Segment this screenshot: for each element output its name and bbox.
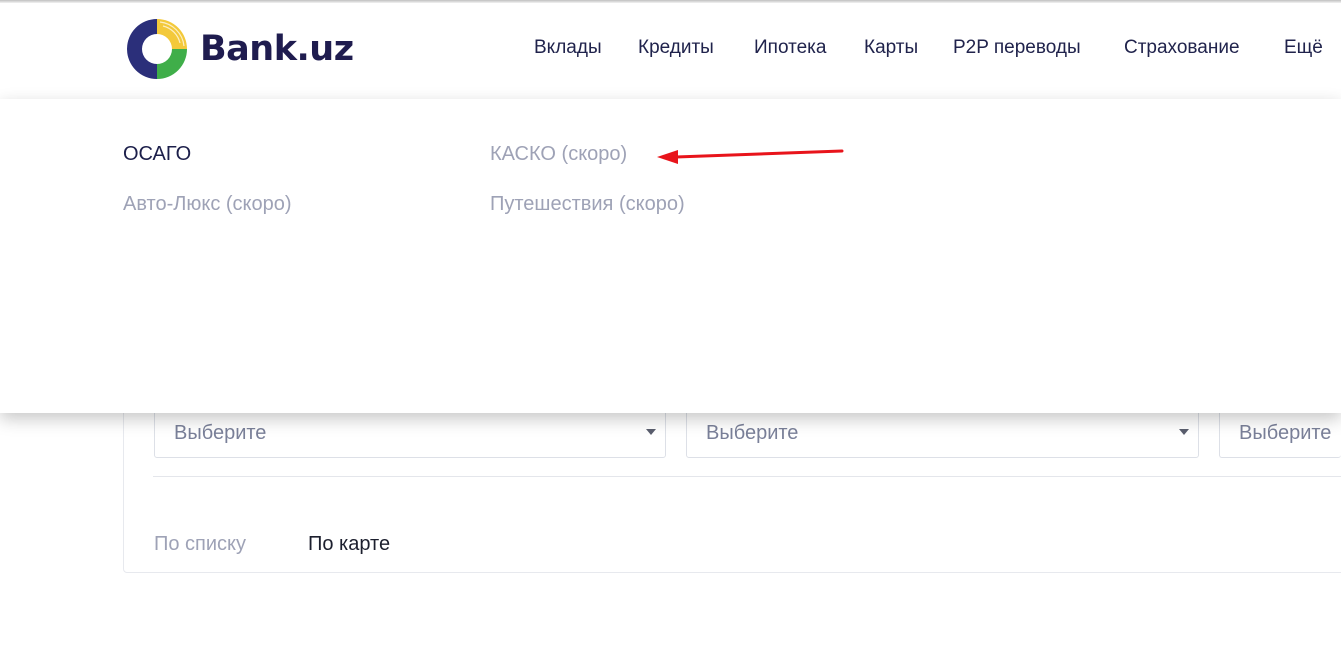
filter-select-1[interactable]: Выберите xyxy=(154,406,666,458)
select-value: Выберите xyxy=(706,422,799,444)
nav-item-more[interactable]: Ещё xyxy=(1284,37,1323,59)
caret-down-icon xyxy=(1179,429,1189,435)
site-header: Bank.uz Вклады Кредиты Ипотека Карты P2P… xyxy=(0,3,1341,99)
select-value: Выберите xyxy=(1239,422,1332,444)
nav-item-deposits[interactable]: Вклады xyxy=(534,37,602,59)
filter-select-3[interactable]: Выберите xyxy=(1219,406,1341,458)
insurance-dropdown-menu: ОСАГО КАСКО (скоро) Авто-Люкс (скоро) Пу… xyxy=(0,99,1341,413)
nav-item-mortgage[interactable]: Ипотека xyxy=(754,37,826,59)
tab-map-view[interactable]: По карте xyxy=(308,533,390,556)
menu-item-travel[interactable]: Путешествия (скоро) xyxy=(490,193,685,216)
filter-select-2[interactable]: Выберите xyxy=(686,406,1199,458)
menu-item-kasko[interactable]: КАСКО (скоро) xyxy=(490,143,627,166)
caret-down-icon xyxy=(646,429,656,435)
select-value: Выберите xyxy=(174,422,267,444)
nav-item-insurance[interactable]: Страхование xyxy=(1124,37,1240,59)
nav-item-credits[interactable]: Кредиты xyxy=(638,37,714,59)
main-nav: Вклады Кредиты Ипотека Карты P2P перевод… xyxy=(0,37,1341,65)
panel-divider xyxy=(153,476,1341,477)
menu-item-osago[interactable]: ОСАГО xyxy=(123,143,191,166)
menu-item-auto-lux[interactable]: Авто-Люкс (скоро) xyxy=(123,193,292,216)
nav-item-p2p[interactable]: P2P переводы xyxy=(953,37,1081,59)
tab-list-view[interactable]: По списку xyxy=(154,533,246,556)
nav-item-cards[interactable]: Карты xyxy=(864,37,918,59)
